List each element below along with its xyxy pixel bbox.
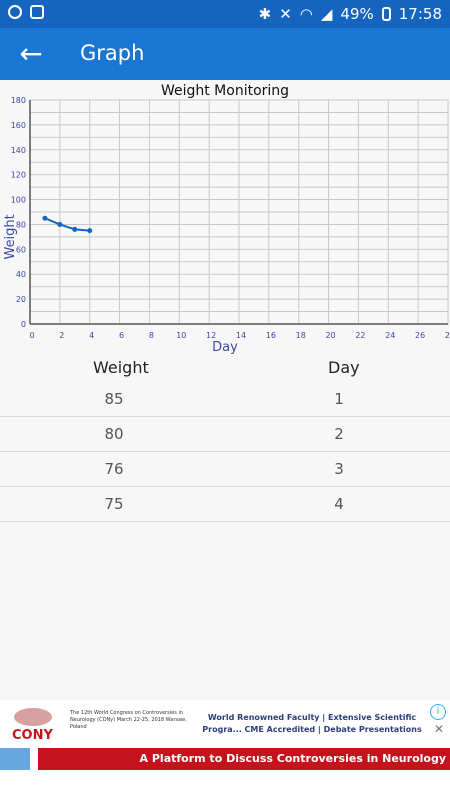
data-point [57,221,63,227]
ad-headline: World Renowned Faculty | Extensive Scien… [202,713,422,734]
page-title: Graph [80,41,145,65]
x-tick-label: 22 [355,331,365,340]
x-tick-label: 26 [415,331,425,340]
clock: 17:58 [398,5,442,23]
x-tick-label: 16 [266,331,276,340]
whatsapp-icon [8,5,22,19]
x-tick-label: 4 [89,331,94,340]
bluetooth-icon: ✱ [258,5,272,23]
signal-icon: ◢ [320,5,333,23]
y-tick-label: 120 [11,171,26,180]
ad-strip-left [0,748,30,770]
ad-banner[interactable]: CONY The 12th World Congress on Controve… [0,700,450,800]
x-tick-label: 20 [325,331,335,340]
data-point [72,226,78,232]
battery-level: 49% [340,5,374,23]
arrow-left-icon: ← [19,37,43,70]
y-tick-label: 100 [11,196,26,205]
ad-banner-text: A Platform to Discuss Controversies in N… [38,748,450,770]
app-bar: ← Graph [0,28,450,80]
status-bar: ✱ ✕ ◠ ◢ 49% 17:58 [0,0,450,28]
cell-weight: 76 [104,460,124,478]
table-row[interactable]: 80 2 [0,417,450,452]
y-tick-label: 160 [11,121,26,130]
cell-weight: 80 [104,425,124,443]
cell-day: 4 [334,495,344,513]
x-tick-label: 10 [176,331,186,340]
brain-logo-icon [14,708,52,726]
y-tick-label: 0 [21,320,26,329]
wifi-icon: ◠ [299,5,313,23]
x-tick-label: 24 [385,331,395,340]
y-tick-label: 140 [11,146,26,155]
table-row[interactable]: 76 3 [0,452,450,487]
ad-logo-text: CONY [12,728,53,743]
y-tick-label: 40 [16,270,26,279]
info-icon[interactable]: i [430,704,446,720]
cell-day: 1 [334,390,344,408]
cell-weight: 75 [104,495,124,513]
y-tick-label: 180 [11,96,26,105]
header-weight: Weight [93,358,149,377]
weight-table: Weight Day 85 1 80 2 76 3 75 4 [0,352,450,522]
x-tick-label: 12 [206,331,216,340]
data-point [42,215,48,221]
cell-weight: 85 [104,390,124,408]
header-day: Day [328,358,360,377]
cell-day: 2 [334,425,344,443]
mute-icon: ✕ [279,5,292,23]
x-tick-label: 6 [119,331,124,340]
table-header: Weight Day [0,352,450,382]
table-row[interactable]: 85 1 [0,382,450,417]
x-tick-label: 2 [59,331,64,340]
back-button[interactable]: ← [14,38,48,72]
ad-logo: CONY [8,706,60,743]
x-tick-label: 28 [445,331,450,340]
y-axis-label: Weight [3,214,18,259]
cell-day: 3 [334,460,344,478]
weight-chart[interactable]: Weight Monitoring 0 2 4 6 8 10 12 14 16 18 20 22 24 2… [0,80,450,355]
x-tick-label: 14 [236,331,246,340]
close-icon[interactable]: ✕ [434,722,444,736]
data-point [87,228,93,234]
y-tick-label: 20 [16,295,26,304]
chart-svg: 0246810121416182022242628020406080100120… [3,96,450,355]
x-tick-label: 8 [149,331,154,340]
ad-small-text: The 12th World Congress on Controversies… [70,710,187,730]
gallery-icon [30,5,44,19]
x-tick-label: 18 [296,331,306,340]
battery-icon [381,7,391,21]
x-tick-label: 0 [29,331,34,340]
table-row[interactable]: 75 4 [0,487,450,522]
